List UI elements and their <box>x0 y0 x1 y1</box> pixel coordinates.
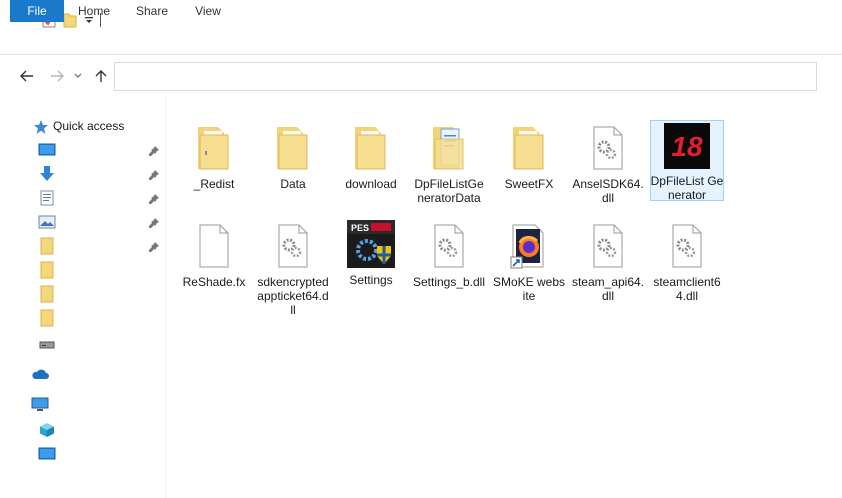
file-name: DpFileList Generator <box>650 174 724 202</box>
folder-icon[interactable] <box>38 285 56 303</box>
file-item[interactable]: Data <box>256 122 330 191</box>
dll-gear-icon <box>425 222 473 270</box>
file-item[interactable]: steamclient64.dll <box>650 220 724 303</box>
dll-gear-icon <box>663 222 711 270</box>
pin-icon[interactable] <box>148 145 160 157</box>
file-item[interactable]: AnselSDK64.dll <box>571 122 645 205</box>
folder-icon <box>505 124 553 172</box>
file-name: SMoKE website <box>492 275 566 303</box>
recent-locations-chevron-icon[interactable] <box>73 67 83 85</box>
file-item[interactable]: Settings_b.dll <box>412 220 486 289</box>
tab-file[interactable]: File <box>10 0 64 22</box>
drive-icon[interactable] <box>38 336 56 354</box>
file-name: download <box>345 177 397 191</box>
dll-gear-icon <box>584 124 632 172</box>
file-name: Settings <box>349 273 393 287</box>
folder-icon[interactable] <box>38 261 56 279</box>
svg-text:PES: PES <box>351 223 369 233</box>
forward-arrow-icon[interactable] <box>49 67 65 85</box>
pin-icon[interactable] <box>148 169 160 181</box>
title-bar <box>0 0 842 33</box>
quick-access-label[interactable]: Quick access <box>53 119 124 133</box>
file-item[interactable]: PES Settings <box>334 218 408 287</box>
tab-share[interactable]: Share <box>130 0 174 22</box>
folder-icon <box>190 124 238 172</box>
folder-icon <box>347 124 395 172</box>
app-18-icon: 18 <box>663 123 711 169</box>
file-item[interactable]: DpFileListGeneratorData <box>412 122 486 205</box>
pictures-icon[interactable] <box>38 213 56 231</box>
file-name: Data <box>280 177 306 191</box>
file-item[interactable]: sdkencryptedappticket64.dll <box>256 220 330 317</box>
svg-text:18: 18 <box>671 131 703 162</box>
file-item[interactable]: steam_api64.dll <box>571 220 645 303</box>
onedrive-cloud-icon[interactable] <box>31 365 49 383</box>
file-name: DpFileListGeneratorData <box>414 177 484 205</box>
folder-icon[interactable] <box>38 309 56 327</box>
file-item[interactable]: SMoKE website <box>492 220 566 303</box>
pin-icon[interactable] <box>148 241 160 253</box>
file-item[interactable]: ReShade.fx <box>177 220 251 289</box>
dll-gear-icon <box>269 222 317 270</box>
this-pc-icon[interactable] <box>31 396 49 414</box>
folder-doc-icon <box>425 124 473 172</box>
file-name: SweetFX <box>504 177 554 191</box>
folder-icon[interactable] <box>38 237 56 255</box>
3d-objects-icon[interactable] <box>38 421 56 439</box>
file-name: _Redist <box>193 177 235 191</box>
folder-icon <box>269 124 317 172</box>
pin-icon[interactable] <box>148 217 160 229</box>
pes-settings-icon: PES <box>347 220 395 268</box>
tab-view[interactable]: View <box>186 0 230 22</box>
downloads-icon[interactable] <box>38 165 56 183</box>
file-name: AnselSDK64.dll <box>572 177 644 205</box>
star-icon <box>32 118 50 136</box>
file-item[interactable]: download <box>334 122 408 191</box>
tab-home[interactable]: Home <box>72 0 116 22</box>
back-arrow-icon[interactable] <box>19 67 35 85</box>
file-name: Settings_b.dll <box>412 275 486 289</box>
desktop-icon[interactable] <box>38 141 56 159</box>
pin-icon[interactable] <box>148 193 160 205</box>
file-name: ReShade.fx <box>182 275 246 289</box>
file-item[interactable]: _Redist <box>177 122 251 191</box>
up-arrow-icon[interactable] <box>93 67 109 85</box>
file-name: steamclient64.dll <box>653 275 721 303</box>
address-input[interactable] <box>114 62 817 91</box>
file-name: sdkencryptedappticket64.dll <box>257 275 329 317</box>
ribbon-tabs <box>0 33 842 55</box>
firefox-shortcut-icon <box>505 222 553 270</box>
file-item-selected[interactable]: 18 DpFileList Generator <box>650 120 724 202</box>
dll-gear-icon <box>584 222 632 270</box>
file-name: steam_api64.dll <box>571 275 645 303</box>
desktop-icon[interactable] <box>38 445 56 463</box>
documents-icon[interactable] <box>38 189 56 207</box>
navigation-pane <box>8 96 166 498</box>
file-item[interactable]: SweetFX <box>492 122 566 191</box>
blank-file-icon <box>190 222 238 270</box>
